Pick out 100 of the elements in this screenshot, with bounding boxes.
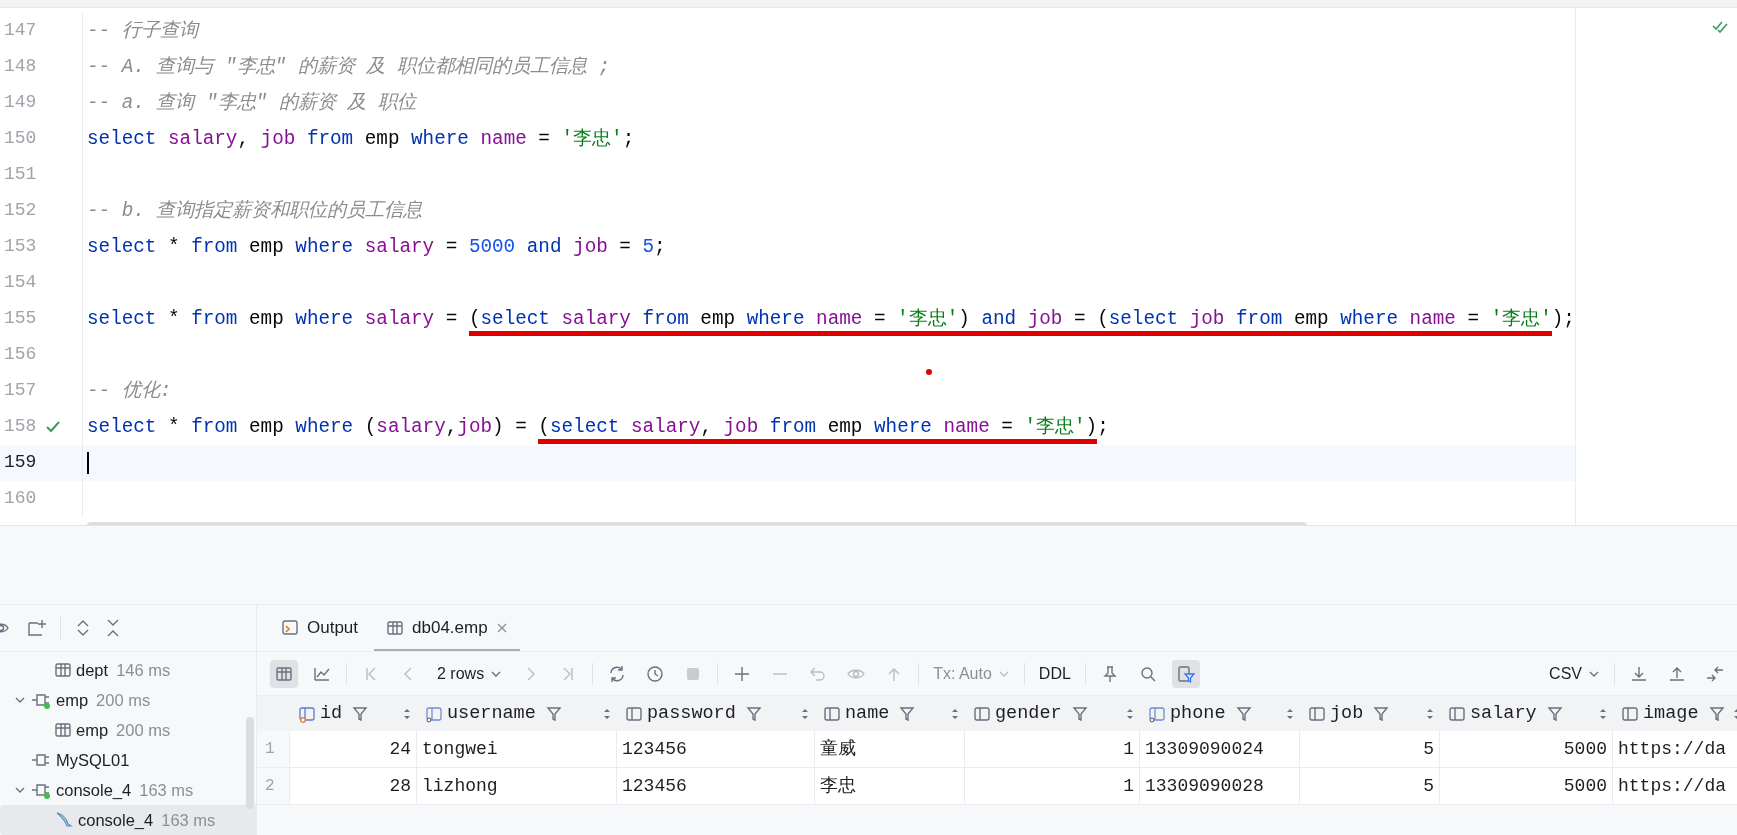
- rows-dropdown[interactable]: 2 rows: [433, 661, 507, 686]
- line-number: 151: [4, 163, 38, 187]
- elapsed-time: 200 ms: [116, 719, 171, 741]
- line-number: 157: [4, 379, 38, 403]
- filter-icon[interactable]: [1373, 705, 1390, 722]
- format-dropdown[interactable]: CSV: [1545, 661, 1604, 686]
- tree-label[interactable]: MySQL01: [56, 747, 130, 773]
- table-icon: [54, 661, 72, 679]
- row-number: 1: [257, 731, 290, 767]
- line-number: 155: [4, 307, 38, 331]
- filter-icon[interactable]: [545, 705, 562, 722]
- column-header[interactable]: salary: [1470, 699, 1537, 728]
- line-number: 152: [4, 199, 38, 223]
- code-line: select * from emp where salary = 5000 and job = 5;: [87, 234, 666, 260]
- sort-icon[interactable]: [1126, 706, 1134, 721]
- table-icon: [54, 721, 72, 739]
- code-comment: -- A. 查询与 "李忠" 的薪资 及 职位都相同的员工信息 ;: [87, 54, 610, 80]
- ddl-button[interactable]: DDL: [1034, 661, 1075, 686]
- column-icon: [425, 704, 443, 723]
- sort-icon[interactable]: [603, 706, 611, 721]
- history-icon: [645, 663, 666, 684]
- sort-icon[interactable]: [801, 706, 809, 721]
- elapsed-time: 146 ms: [116, 659, 171, 681]
- table-cell: 28: [290, 768, 417, 804]
- line-number: 149: [4, 91, 38, 115]
- code-comment: -- 行子查询: [87, 18, 198, 44]
- line-number: 154: [4, 271, 38, 295]
- code-comment: -- 优化:: [87, 378, 172, 404]
- column-header[interactable]: name: [845, 699, 890, 728]
- filter-icon[interactable]: [745, 705, 762, 722]
- column-header[interactable]: job: [1330, 699, 1364, 728]
- line-number: 153: [4, 235, 38, 259]
- line-number: 150: [4, 127, 38, 151]
- new-tab-icon[interactable]: [26, 618, 46, 638]
- column-icon: [1308, 704, 1326, 723]
- filter-icon[interactable]: [1546, 705, 1563, 722]
- column-icon: [625, 704, 643, 723]
- line-number: 147: [4, 19, 38, 43]
- filter-icon[interactable]: [899, 705, 916, 722]
- table-cell: https://da: [1613, 768, 1737, 804]
- expand-icon[interactable]: [75, 618, 91, 638]
- column-icon: [1148, 704, 1166, 723]
- column-icon: [1621, 704, 1639, 723]
- column-header[interactable]: username: [447, 699, 536, 728]
- table-cell: 5000: [1440, 731, 1613, 767]
- column-icon: [823, 704, 841, 723]
- tree-label[interactable]: emp: [76, 717, 109, 743]
- filter-icon: [1175, 663, 1196, 684]
- table-cell: 5: [1300, 768, 1440, 804]
- collapse-icon[interactable]: [105, 618, 121, 638]
- table-cell: https://da: [1613, 731, 1737, 767]
- sort-icon[interactable]: [1599, 706, 1607, 721]
- table-cell: 5: [1300, 731, 1440, 767]
- sort-icon[interactable]: [403, 706, 411, 721]
- delete-row-icon: [773, 672, 788, 675]
- code-comment: -- a. 查询 "李忠" 的薪资 及 职位: [87, 90, 416, 116]
- column-header[interactable]: gender: [995, 699, 1062, 728]
- table-icon: [386, 619, 405, 637]
- column-header[interactable]: id: [320, 699, 343, 728]
- column-header[interactable]: password: [647, 699, 736, 728]
- table-cell: 13309090024: [1140, 731, 1300, 767]
- tree-label[interactable]: emp: [56, 687, 89, 713]
- row-number: 2: [257, 768, 290, 804]
- table-cell: tongwei: [417, 731, 617, 767]
- console-output-icon: [281, 619, 299, 637]
- tree-label[interactable]: dept: [76, 657, 109, 683]
- line-number: 148: [4, 55, 38, 79]
- table-cell: 123456: [617, 768, 815, 804]
- sort-icon[interactable]: [1426, 706, 1434, 721]
- tree-item[interactable]: console_4 163 ms: [0, 805, 256, 835]
- sort-icon[interactable]: [951, 706, 959, 721]
- table-cell: 1: [965, 768, 1140, 804]
- elapsed-time: 163 ms: [161, 809, 216, 831]
- column-icon: [973, 704, 991, 723]
- table-cell: 童威: [815, 731, 965, 767]
- filter-icon[interactable]: [1708, 705, 1725, 722]
- filter-icon[interactable]: [1071, 705, 1088, 722]
- column-icon: [1448, 704, 1466, 723]
- tree-label[interactable]: console_4: [56, 777, 132, 803]
- close-icon[interactable]: [495, 622, 508, 634]
- table-cell: lizhong: [417, 768, 617, 804]
- filter-icon[interactable]: [352, 705, 369, 722]
- vertical-scrollbar[interactable]: [246, 717, 254, 809]
- line-number: 158: [4, 415, 38, 439]
- tree-label[interactable]: console_4: [78, 807, 154, 833]
- sort-icon[interactable]: [1286, 706, 1294, 721]
- code-comment: -- b. 查询指定薪资和职位的员工信息: [87, 198, 423, 224]
- code-line: select salary, job from emp where name = '李忠';: [87, 126, 635, 152]
- column-header[interactable]: image: [1643, 699, 1699, 728]
- grid-view-button[interactable]: [270, 659, 298, 688]
- line-number: 156: [4, 343, 38, 367]
- column-icon: [298, 704, 316, 723]
- elapsed-time: 163 ms: [139, 779, 194, 801]
- filter-icon[interactable]: [1235, 705, 1252, 722]
- column-header[interactable]: phone: [1170, 699, 1226, 728]
- filter-button[interactable]: [1171, 659, 1200, 688]
- tab[interactable]: db04.emp: [374, 607, 520, 651]
- tab[interactable]: Output: [269, 607, 371, 651]
- table-cell: 5000: [1440, 768, 1613, 804]
- table-cell: 123456: [617, 731, 815, 767]
